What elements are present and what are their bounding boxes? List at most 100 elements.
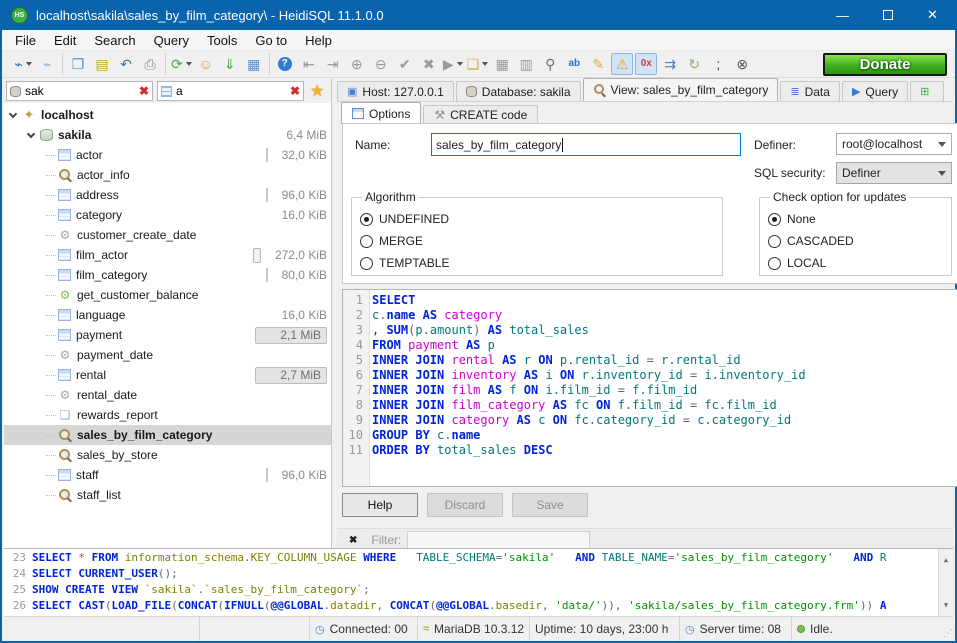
table-filter-input[interactable]	[176, 84, 290, 98]
chevron-down-icon[interactable]	[26, 62, 32, 66]
resize-grip-icon[interactable]: ⋰	[943, 628, 953, 639]
tab-view[interactable]: View: sales_by_film_category	[583, 78, 779, 101]
copy-button[interactable]: ❐	[67, 53, 89, 75]
indent-button[interactable]: ⇉	[659, 53, 681, 75]
chevron-down-icon[interactable]	[186, 62, 192, 66]
radio-merge[interactable]: MERGE	[360, 230, 714, 252]
radio-none[interactable]: None	[768, 208, 943, 230]
new-tab-button[interactable]: ⊞	[910, 81, 944, 101]
find-text-button[interactable]: ⚲	[539, 53, 561, 75]
radio-temptable[interactable]: TEMPTABLE	[360, 252, 714, 274]
tree-item-localhost[interactable]: ✦localhost	[4, 105, 331, 125]
radio-cascaded[interactable]: CASCADED	[768, 230, 943, 252]
menu-item-go-to[interactable]: Go to	[246, 31, 296, 50]
session-manager-button[interactable]: ⌁	[12, 53, 34, 75]
tab-database[interactable]: Database: sakila	[456, 81, 581, 101]
table-filter[interactable]: ✖	[157, 81, 304, 101]
help-button[interactable]: Help	[342, 493, 418, 517]
delete-row-button[interactable]: ⊖	[370, 53, 392, 75]
view-select-code-editor[interactable]: 1SELECT2c.name AS category3, SUM(p.amoun…	[342, 289, 957, 487]
export-database-button[interactable]: ⇓	[219, 53, 241, 75]
tree-item-rewards-report[interactable]: ❏rewards_report	[4, 405, 331, 425]
clear-table-filter-icon[interactable]: ✖	[290, 84, 300, 98]
help-button[interactable]: ?	[274, 53, 296, 75]
tree-item-category[interactable]: category16,0 KiB	[4, 205, 331, 225]
reconnect-button[interactable]: ↻	[683, 53, 705, 75]
sql-log-panel[interactable]: 23SELECT * FROM information_schema.KEY_C…	[4, 548, 953, 616]
chevron-down-icon[interactable]	[482, 62, 488, 66]
radio-undefined[interactable]: UNDEFINED	[360, 208, 714, 230]
tree-item-sales-by-store[interactable]: sales_by_store	[4, 445, 331, 465]
menu-item-search[interactable]: Search	[85, 31, 144, 50]
menu-item-file[interactable]: File	[6, 31, 45, 50]
load-sql-file-button[interactable]: ❏	[466, 53, 490, 75]
save-sql-as-button[interactable]: ▥	[515, 53, 537, 75]
favorites-icon[interactable]: ★	[310, 81, 324, 101]
database-filter[interactable]: ✖	[6, 81, 153, 101]
print-button[interactable]: ⎙	[139, 53, 161, 75]
tree-item-sales-by-film-category[interactable]: sales_by_film_category	[4, 425, 331, 445]
radio-button-icon[interactable]	[768, 235, 781, 248]
radio-button-icon[interactable]	[768, 257, 781, 270]
post-changes-button[interactable]: ✔	[394, 53, 416, 75]
reformat-sql-button[interactable]: ✎	[587, 53, 609, 75]
menu-item-query[interactable]: Query	[145, 31, 198, 50]
chevron-expanded-icon[interactable]	[27, 129, 35, 137]
menu-item-tools[interactable]: Tools	[198, 31, 246, 50]
tree-item-rental-date[interactable]: ⚙rental_date	[4, 385, 331, 405]
tree-item-get-customer-balance[interactable]: ⚙get_customer_balance	[4, 285, 331, 305]
bind-parameters-button[interactable]: ⚠	[611, 53, 633, 75]
tree-item-rental[interactable]: rental2,7 MiB	[4, 365, 331, 385]
close-filter-icon[interactable]: ✖	[349, 535, 357, 546]
discard-button[interactable]: Discard	[427, 493, 503, 517]
refresh-button[interactable]: ⟳	[170, 53, 193, 75]
radio-local[interactable]: LOCAL	[768, 252, 943, 274]
stop-button[interactable]: ⊗	[731, 53, 753, 75]
tab-data[interactable]: ≣Data	[780, 81, 840, 101]
log-scrollbar[interactable]: ▲ ▼	[938, 549, 953, 616]
tree-item-payment[interactable]: payment2,1 MiB	[4, 325, 331, 345]
tree-item-staff-list[interactable]: staff_list	[4, 485, 331, 505]
subtab-create-code[interactable]: ⚒CREATE code	[423, 105, 538, 124]
close-button[interactable]: ✕	[910, 0, 955, 30]
tab-query[interactable]: ▶Query	[842, 81, 908, 101]
sql-security-combobox[interactable]: Definer	[836, 162, 952, 184]
tree-item-language[interactable]: language16,0 KiB	[4, 305, 331, 325]
radio-button-icon[interactable]	[360, 257, 373, 270]
save-sql-button[interactable]: ▦	[491, 53, 513, 75]
definer-combobox[interactable]: root@localhost	[836, 133, 952, 155]
radio-button-icon[interactable]	[360, 213, 373, 226]
database-filter-input[interactable]	[25, 84, 139, 98]
tree-item-customer-create-date[interactable]: ⚙customer_create_date	[4, 225, 331, 245]
minimize-button[interactable]: —	[820, 0, 865, 30]
donate-button[interactable]: Donate	[823, 53, 947, 76]
menu-item-edit[interactable]: Edit	[45, 31, 85, 50]
view-name-input[interactable]: sales_by_film_category	[431, 133, 741, 156]
scroll-up-icon[interactable]: ▲	[944, 549, 948, 571]
tree-item-actor[interactable]: actor32,0 KiB	[4, 145, 331, 165]
menu-item-help[interactable]: Help	[296, 31, 341, 50]
chevron-down-icon[interactable]	[457, 62, 463, 66]
maximize-button[interactable]	[865, 0, 910, 30]
undo-button[interactable]: ↶	[115, 53, 137, 75]
insert-row-button[interactable]: ⊕	[346, 53, 368, 75]
tree-item-staff[interactable]: staff96,0 KiB	[4, 465, 331, 485]
tree-item-film-category[interactable]: film_category80,0 KiB	[4, 265, 331, 285]
filter-input[interactable]	[407, 531, 590, 550]
disconnect-button[interactable]: ⌁	[36, 53, 58, 75]
save-button[interactable]: Save	[512, 493, 588, 517]
execute-sql-button[interactable]: ▶	[442, 53, 464, 75]
delimiter-button[interactable]: ;	[707, 53, 729, 75]
user-manager-button[interactable]: ☺	[195, 53, 217, 75]
tree-item-address[interactable]: address96,0 KiB	[4, 185, 331, 205]
radio-button-icon[interactable]	[768, 213, 781, 226]
first-row-button[interactable]: ⇤	[298, 53, 320, 75]
view-binary-as-hex-button[interactable]: 0x	[635, 53, 657, 75]
tab-host[interactable]: ▣Host: 127.0.0.1	[337, 81, 454, 101]
clear-database-filter-icon[interactable]: ✖	[139, 84, 149, 98]
cancel-editing-button[interactable]: ✖	[418, 53, 440, 75]
tree-item-sakila[interactable]: sakila6,4 MiB	[4, 125, 331, 145]
tree-item-film-actor[interactable]: film_actor272,0 KiB	[4, 245, 331, 265]
last-row-button[interactable]: ⇥	[322, 53, 344, 75]
save-snippet-button[interactable]: ▦	[243, 53, 265, 75]
